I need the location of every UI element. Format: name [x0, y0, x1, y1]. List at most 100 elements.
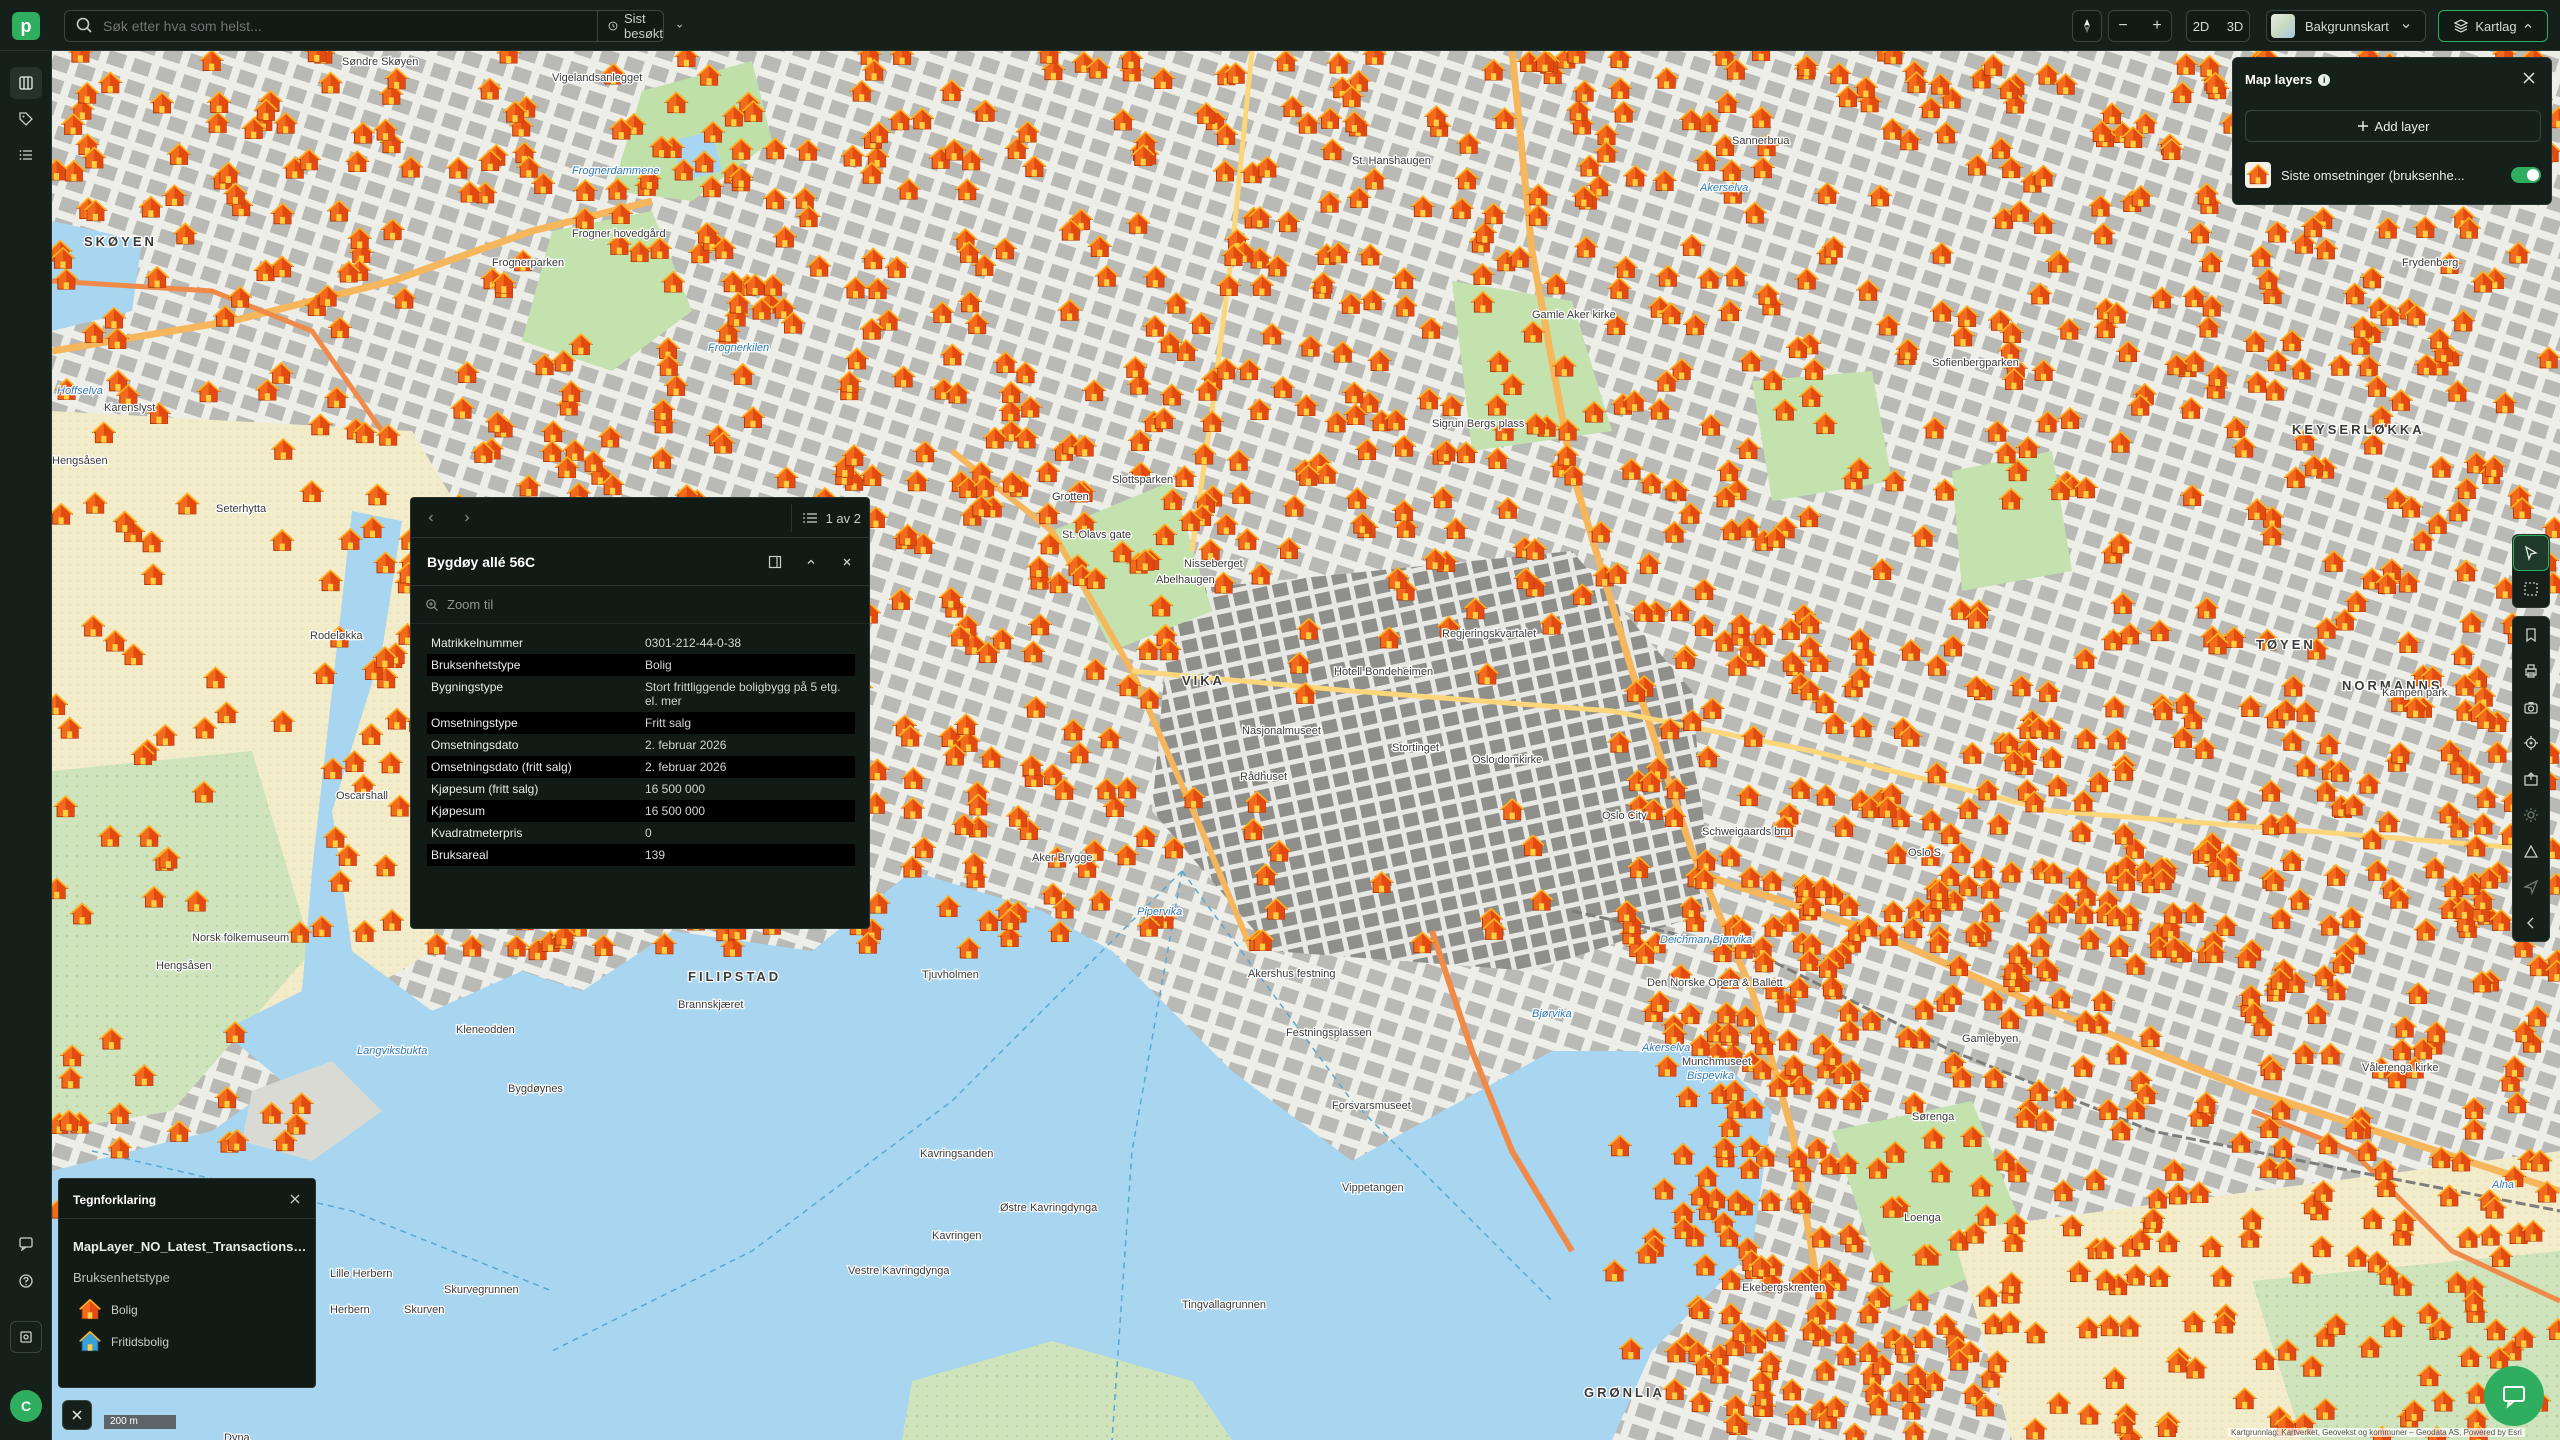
zoom-out-button[interactable]: −: [2109, 17, 2137, 35]
view-2d-button[interactable]: 2D: [2187, 19, 2215, 34]
attribute-key: Matrikkelnummer: [431, 636, 524, 650]
map-label: Bjørvika: [1532, 1008, 1572, 1020]
map-label: Bygdøynes: [508, 1083, 564, 1095]
select-tool-button[interactable]: [2513, 535, 2549, 571]
house-icon[interactable]: [1749, 51, 1774, 62]
bookmark-tool-button[interactable]: [2513, 617, 2549, 653]
feature-pager[interactable]: 1 av 2: [790, 504, 861, 532]
attribute-key: Omsetningstype: [427, 712, 641, 734]
camera-icon: [2524, 702, 2538, 714]
search-input[interactable]: [103, 18, 503, 34]
map-label: Oslo domkirke: [1472, 754, 1542, 766]
close-popup-button[interactable]: [837, 552, 857, 572]
chat-button[interactable]: [2484, 1366, 2544, 1426]
pager-text: 1 av 2: [825, 510, 861, 526]
house-icon: [79, 1299, 101, 1320]
add-layer-label: Add layer: [2374, 118, 2430, 134]
map-label: Forsvarsmuseet: [1332, 1100, 1411, 1112]
plus-icon: [2357, 121, 2368, 131]
zoom-to-button[interactable]: Zoom til: [411, 586, 869, 624]
house-icon[interactable]: [1037, 51, 1062, 64]
top-bar: p Sist besøkt − + 2D 3D Bakgrunnskart: [0, 0, 2560, 51]
sun-tool-button[interactable]: [2513, 797, 2549, 833]
box-select-tool-button[interactable]: [2513, 571, 2549, 607]
print-icon: [2525, 664, 2537, 678]
map-layers-panel: Map layers i Add layer Siste omsetninger…: [2232, 57, 2552, 205]
house-icon[interactable]: [1564, 51, 1589, 64]
attribute-key: Kjøpesum (fritt salg): [431, 782, 539, 796]
map-layers-button[interactable]: Kartlag: [2438, 10, 2548, 42]
locate-tool-button[interactable]: [2513, 725, 2549, 761]
user-avatar[interactable]: C: [10, 1390, 42, 1422]
sidebar-map-button[interactable]: [10, 67, 42, 99]
house-icon[interactable]: [674, 51, 699, 68]
dock-popup-button[interactable]: [765, 552, 785, 572]
house-icon[interactable]: [496, 51, 521, 64]
sidebar-help-button[interactable]: [10, 1265, 42, 1297]
map-label: Gamle Aker kirke: [1532, 309, 1616, 321]
info-icon[interactable]: i: [2318, 73, 2331, 86]
print-tool-button[interactable]: [2513, 653, 2549, 689]
cabin-icon: [79, 1331, 101, 1352]
map-label: Rodeløkka: [310, 630, 363, 642]
close-legend-button[interactable]: [285, 1189, 305, 1209]
map-label: Ekebergskrenten: [1742, 1282, 1825, 1294]
legend-item-bolig: Bolig: [79, 1299, 138, 1321]
attribute-row: Omsetningsdato (fritt salg) 2. februar 20…: [427, 756, 855, 778]
screenshot-tool-button[interactable]: [2513, 689, 2549, 725]
navigate-tool-button[interactable]: [2513, 869, 2549, 905]
dock-icon: [768, 555, 782, 569]
map-label: TØYEN: [2256, 637, 2316, 652]
house-icon[interactable]: [68, 51, 93, 64]
list-icon: [802, 513, 817, 523]
previous-feature-button[interactable]: [421, 508, 441, 528]
bookmark-icon: [2526, 628, 2536, 643]
collapse-popup-button[interactable]: [801, 552, 821, 572]
tag-icon: [19, 112, 33, 126]
chevron-down-icon: [2402, 24, 2410, 29]
sidebar-tags-button[interactable]: [10, 103, 42, 135]
map-label: Deichman Bjørvika: [1660, 934, 1752, 946]
map-attribution: Kartgrunnlag: Kartverket, Geovekst og ko…: [2228, 1428, 2525, 1437]
sidebar-list-button[interactable]: [10, 139, 42, 171]
house-icon[interactable]: [1362, 51, 1387, 66]
compass-button[interactable]: [2072, 10, 2102, 42]
add-layer-button[interactable]: Add layer: [2245, 110, 2541, 142]
map-label: Vestre Kavringdynga: [848, 1265, 950, 1277]
zoom-to-icon: [426, 598, 438, 611]
close-scale-button[interactable]: [62, 1400, 92, 1430]
map-label: Frognerparken: [492, 257, 564, 269]
measure-tool-button[interactable]: [2513, 833, 2549, 869]
close-map-layers-button[interactable]: [2517, 66, 2541, 90]
house-icon[interactable]: [890, 51, 914, 66]
attribute-key: Omsetningsdato (fritt salg): [427, 756, 641, 778]
next-feature-button[interactable]: [457, 508, 477, 528]
chevron-left-icon: [2527, 917, 2534, 929]
map-label: Skurven: [404, 1304, 444, 1316]
map-label: Den Norske Opera & Ballett: [1647, 977, 1783, 989]
export-tool-button[interactable]: [2513, 761, 2549, 797]
recent-visited-button[interactable]: Sist besøkt: [597, 11, 693, 41]
scale-bar: 200 m: [104, 1415, 176, 1429]
map-label: Schweigaards bru: [1702, 826, 1790, 838]
house-icon[interactable]: [1607, 51, 1632, 69]
layer-row[interactable]: Siste omsetninger (bruksenhe...: [2245, 160, 2541, 190]
layer-visibility-toggle[interactable]: [2511, 167, 2541, 183]
close-icon: [290, 1194, 300, 1204]
map-label: Gamlebyen: [1962, 1033, 2018, 1045]
map-label: Hengsåsen: [156, 960, 212, 972]
sidebar-feedback-button[interactable]: [10, 1227, 42, 1259]
collapse-tools-button[interactable]: [2513, 905, 2549, 941]
view-3d-button[interactable]: 3D: [2221, 19, 2249, 34]
layer-name: Siste omsetninger (bruksenhe...: [2281, 167, 2465, 183]
search-box[interactable]: Sist besøkt: [64, 10, 682, 42]
sidebar-settings-button[interactable]: [10, 1321, 42, 1353]
map-layers-label: Kartlag: [2475, 18, 2517, 34]
house-icon[interactable]: [1881, 51, 1906, 65]
app-logo[interactable]: p: [12, 12, 40, 40]
zoom-in-button[interactable]: +: [2143, 17, 2171, 35]
map-label: St. Hanshaugen: [1352, 155, 1431, 167]
attribute-value: 2. februar 2026: [645, 738, 727, 752]
house-icon[interactable]: [304, 51, 329, 63]
basemap-button[interactable]: Bakgrunnskart: [2266, 10, 2426, 42]
